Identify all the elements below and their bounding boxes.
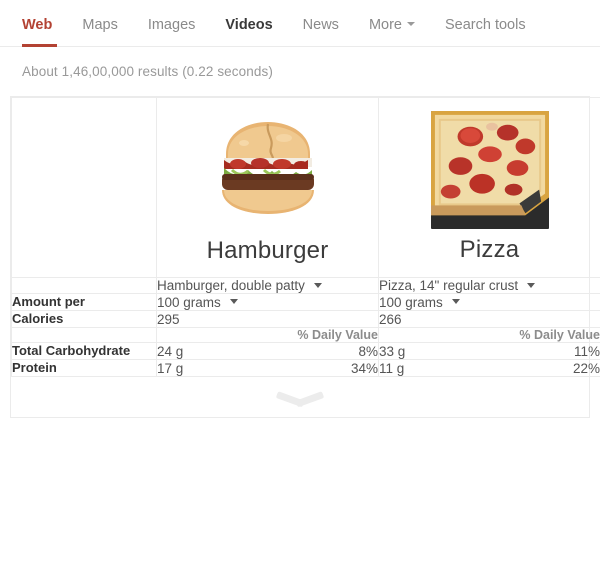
hero-empty-cell bbox=[11, 97, 157, 278]
result-stats: About 1,46,00,000 results (0.22 seconds) bbox=[22, 64, 273, 79]
variant-label-pizza: Pizza, 14" regular crust bbox=[379, 278, 519, 293]
nav-tab-videos-label: Videos bbox=[225, 17, 273, 33]
protein-percent-hamburger: 34% bbox=[350, 360, 378, 376]
nav-tab-more[interactable]: More bbox=[369, 17, 415, 33]
amount-dropdown-pizza[interactable]: 100 grams bbox=[379, 295, 460, 310]
row-label-total-carbohydrate: Total Carbohydrate bbox=[11, 342, 157, 360]
search-nav-bar: Web Maps Images Videos News More Search … bbox=[0, 0, 600, 47]
table-row-hero: Hamburger Pizza bbox=[11, 97, 600, 278]
amount-cell-hamburger: 100 grams bbox=[156, 293, 379, 311]
nav-tab-news-label: News bbox=[302, 17, 339, 33]
pizza-photo bbox=[430, 110, 549, 229]
protein-cell-pizza: 11 g 22% bbox=[378, 359, 600, 377]
nav-tab-search-tools[interactable]: Search tools bbox=[445, 17, 526, 33]
nav-tab-news[interactable]: News bbox=[303, 17, 339, 33]
protein-cell-hamburger: 17 g 34% bbox=[156, 359, 379, 377]
row-label-protein: Protein bbox=[11, 359, 157, 377]
variant-cell-hamburger: Hamburger, double patty bbox=[156, 277, 379, 294]
daily-value-header-hamburger: % Daily Value bbox=[156, 327, 379, 343]
chevron-down-icon bbox=[229, 299, 238, 305]
amount-dropdown-hamburger[interactable]: 100 grams bbox=[157, 295, 238, 310]
amount-label-pizza: 100 grams bbox=[379, 294, 443, 310]
food-hero-hamburger[interactable]: Hamburger bbox=[156, 97, 379, 278]
expand-more-button[interactable] bbox=[10, 377, 590, 418]
food-title-hamburger: Hamburger bbox=[206, 236, 329, 264]
protein-amount-hamburger: 17 g bbox=[157, 360, 184, 376]
nutrition-table: Hamburger Pizza Hamburger, double patty … bbox=[11, 97, 600, 377]
chevron-down-icon bbox=[527, 282, 536, 288]
calories-value-pizza: 266 bbox=[378, 310, 600, 328]
amount-cell-pizza: 100 grams bbox=[378, 293, 600, 311]
calories-value-hamburger: 295 bbox=[156, 310, 379, 328]
calories-amount-hamburger: 295 bbox=[157, 311, 180, 327]
carb-percent-hamburger: 8% bbox=[358, 343, 378, 359]
nav-tab-videos[interactable]: Videos bbox=[225, 17, 272, 33]
variant-cell-pizza: Pizza, 14" regular crust bbox=[378, 277, 600, 294]
carb-percent-pizza: 11% bbox=[573, 343, 600, 359]
daily-value-empty-cell bbox=[11, 327, 157, 343]
food-hero-pizza[interactable]: Pizza bbox=[378, 97, 600, 278]
table-row-calories: Calories 295 266 bbox=[11, 310, 600, 328]
food-title-pizza: Pizza bbox=[459, 235, 520, 263]
row-label-amount-per: Amount per bbox=[11, 293, 157, 311]
nav-tab-more-label: More bbox=[368, 17, 402, 33]
chevron-down-icon bbox=[313, 282, 322, 288]
chevron-down-icon bbox=[277, 389, 323, 405]
carb-amount-pizza: 33 g bbox=[379, 343, 406, 359]
amount-label-hamburger: 100 grams bbox=[157, 294, 221, 310]
variant-dropdown-pizza[interactable]: Pizza, 14" regular crust bbox=[379, 278, 536, 293]
carb-cell-hamburger: 24 g 8% bbox=[156, 342, 379, 360]
daily-value-header-pizza: % Daily Value bbox=[378, 327, 600, 343]
nav-tab-web-label: Web bbox=[22, 17, 53, 33]
active-tab-underline bbox=[22, 44, 57, 47]
nav-tab-images-label: Images bbox=[147, 17, 196, 33]
variant-label-hamburger: Hamburger, double patty bbox=[157, 278, 305, 293]
table-row-daily-value-header: % Daily Value % Daily Value bbox=[11, 327, 600, 343]
nav-tab-search-tools-label: Search tools bbox=[444, 17, 526, 33]
row-label-calories: Calories bbox=[11, 310, 157, 328]
protein-amount-pizza: 11 g bbox=[379, 360, 405, 376]
nav-tab-maps-label: Maps bbox=[82, 17, 118, 33]
table-row-amount-per: Amount per 100 grams 100 grams bbox=[11, 293, 600, 311]
table-row-variant: Hamburger, double patty Pizza, 14" regul… bbox=[11, 277, 600, 294]
nav-tab-web[interactable]: Web bbox=[22, 17, 52, 33]
chevron-down-icon bbox=[451, 299, 460, 305]
hamburger-photo bbox=[207, 109, 328, 230]
variant-empty-cell bbox=[11, 277, 157, 294]
calories-amount-pizza: 266 bbox=[379, 311, 402, 327]
variant-dropdown-hamburger[interactable]: Hamburger, double patty bbox=[157, 278, 322, 293]
carb-amount-hamburger: 24 g bbox=[157, 343, 184, 359]
table-row-protein: Protein 17 g 34% 11 g 22% bbox=[11, 359, 600, 377]
protein-percent-pizza: 22% bbox=[572, 360, 600, 376]
carb-cell-pizza: 33 g 11% bbox=[378, 342, 600, 360]
nav-tab-maps[interactable]: Maps bbox=[82, 17, 117, 33]
nav-tab-images[interactable]: Images bbox=[148, 17, 196, 33]
nutrition-comparison-card: Hamburger Pizza Hamburger, double patty … bbox=[10, 96, 600, 377]
table-row-total-carbohydrate: Total Carbohydrate 24 g 8% 33 g 11% bbox=[11, 342, 600, 360]
chevron-down-icon bbox=[406, 22, 415, 27]
